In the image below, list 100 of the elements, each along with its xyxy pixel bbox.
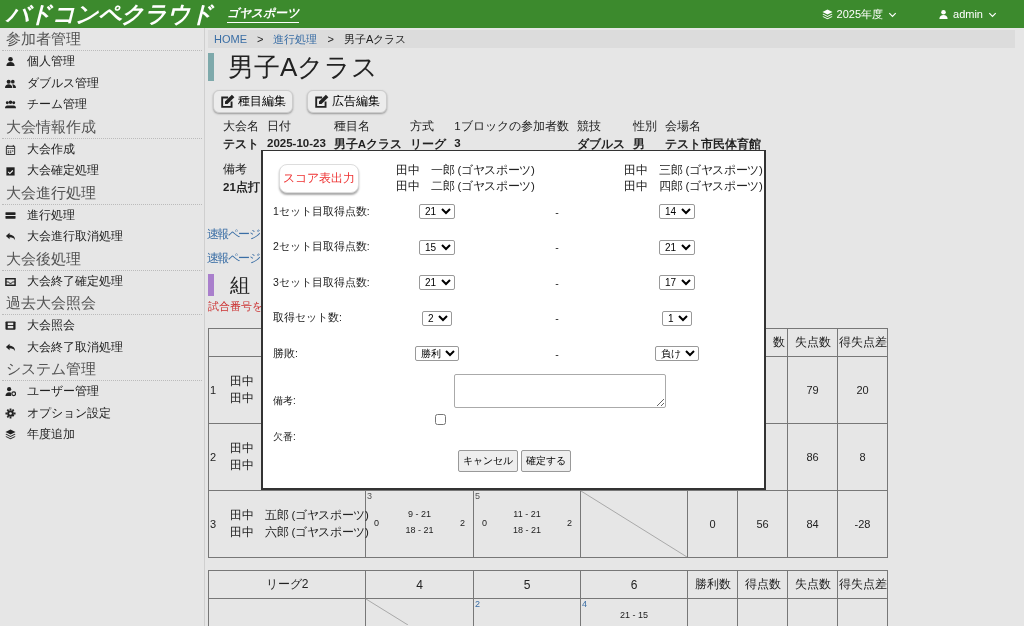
sidebar-heading: 過去大会照会 (2, 292, 202, 315)
sidebar-heading: システム管理 (2, 358, 202, 381)
stat-value: 79 (806, 384, 819, 396)
field-label: 欠番: (273, 429, 297, 444)
info-value: リーグ (410, 137, 447, 152)
entry-number: 1 (209, 384, 218, 396)
sidebar-item[interactable]: 大会進行取消処理 (0, 226, 204, 248)
score-select[interactable]: 21 (419, 275, 455, 291)
column-header: 勝利数 (694, 577, 731, 591)
breadcrumb-item[interactable]: HOME (214, 33, 247, 45)
sidebar-item[interactable]: ユーザー管理 (0, 381, 204, 403)
player-name: 田中 一郎 (ゴヤスポーツ) (396, 163, 535, 178)
field-label: 取得セット数: (273, 310, 343, 326)
stat-value: 84 (806, 518, 819, 530)
group-icon (5, 99, 16, 111)
person-icon (5, 56, 16, 68)
player-name: 田中 (230, 391, 254, 406)
stat-value: -28 (854, 518, 871, 530)
score-select[interactable]: 21 (659, 239, 695, 255)
undo-icon (5, 341, 16, 353)
user-menu[interactable]: admin (932, 7, 1004, 21)
score-select[interactable]: 2 (422, 310, 452, 326)
column-header: 得失点差 (838, 335, 887, 349)
title-accent-bar (208, 53, 214, 81)
score-select[interactable]: 1 (662, 310, 692, 326)
sidebar-item[interactable]: オプション設定 (0, 402, 204, 424)
edit-button[interactable]: 広告編集 (307, 90, 387, 113)
player-name: 田中 (230, 458, 254, 473)
film-icon (5, 320, 16, 332)
separator-dash: - (555, 205, 559, 218)
sidebar-item[interactable]: チーム管理 (0, 94, 204, 116)
sidebar-heading: 大会進行処理 (2, 181, 202, 205)
gear-icon (5, 407, 16, 419)
info-label: 競技 (576, 119, 602, 134)
live-page-link[interactable]: 速報ページ (207, 226, 259, 243)
sidebar-heading: 参加者管理 (2, 28, 202, 51)
info-value: 男 (632, 137, 646, 152)
live-page-link[interactable]: 速報ページ (207, 250, 259, 267)
year-menu[interactable]: 2025年度 (815, 5, 905, 23)
score-select[interactable]: 14 (659, 204, 695, 220)
sidebar-item[interactable]: 大会作成 (0, 138, 204, 160)
export-score-button[interactable]: スコア表出力 (279, 164, 359, 193)
info-value: テスト市民体育館 (664, 137, 761, 152)
info-label: 種目名 (333, 119, 371, 134)
column-header: 得点数 (744, 577, 781, 591)
dialog-button[interactable]: 確定する (521, 449, 571, 472)
stat-value: 20 (856, 384, 869, 396)
player-name: 田中 二郎 (ゴヤスポーツ) (396, 179, 535, 194)
hint-text: 試合番号を (208, 299, 264, 314)
person-icon (938, 8, 950, 20)
sponsor-logo: ゴヤスポーツ (227, 5, 299, 23)
score-select[interactable]: 勝利 (415, 346, 459, 362)
separator-dash: - (555, 347, 559, 360)
sidebar-item[interactable]: 年度追加 (0, 424, 204, 446)
breadcrumb-item: 男子Aクラス (343, 31, 407, 47)
match-number[interactable]: 5 (474, 491, 580, 501)
column-header: リーグ2 (265, 577, 309, 591)
score-select[interactable]: 負け (655, 346, 699, 362)
info-label: 大会名 (223, 119, 259, 134)
stat-value: 56 (756, 518, 769, 530)
edit-button[interactable]: 種目編集 (213, 90, 293, 113)
stat-value: 0 (709, 518, 716, 530)
stat-value: 8 (859, 451, 866, 463)
section-title: 組 (230, 272, 250, 298)
match-number[interactable]: 3 (366, 491, 473, 501)
player-name: 田中 (230, 374, 254, 389)
calendar-check-icon (5, 165, 16, 177)
app-logo[interactable]: バドコンペクラウド (6, 0, 213, 30)
sets-won: 0 (374, 518, 379, 528)
match-number[interactable]: 4 (581, 599, 687, 609)
player-name: 田中 (230, 441, 254, 456)
score-select[interactable]: 21 (419, 204, 455, 220)
player-name: 田中 四郎 (ゴヤスポーツ) (624, 179, 763, 194)
info-value: 3 (454, 137, 462, 149)
score-select[interactable]: 17 (659, 275, 695, 291)
note-label: 備考 (223, 162, 247, 177)
remarks-field[interactable] (454, 373, 666, 408)
breadcrumb-item[interactable]: 進行処理 (273, 31, 318, 47)
info-value: テスト (223, 137, 259, 152)
page-title: 男子Aクラス (228, 50, 379, 84)
separator-dash: - (555, 312, 559, 325)
player-name: 田中 六郎 (ゴヤスポーツ) (230, 525, 369, 540)
column-header: 5 (523, 577, 531, 592)
note-value: 21点打 (223, 180, 260, 195)
column-header: 6 (630, 577, 638, 592)
dialog-button[interactable]: キャンセル (458, 449, 518, 472)
sidebar-item[interactable]: 個人管理 (0, 51, 204, 73)
sidebar-item[interactable]: 進行処理 (0, 204, 204, 226)
player-name: 田中 三郎 (ゴヤスポーツ) (624, 163, 763, 178)
score-select[interactable]: 15 (419, 239, 455, 255)
field-label: 2セット目取得点数: (273, 239, 371, 255)
sidebar-item[interactable]: ダブルス管理 (0, 72, 204, 94)
column-header: 失点数 (794, 335, 831, 349)
info-label: 性別 (632, 119, 657, 134)
absent-checkbox[interactable] (435, 413, 446, 425)
sidebar-item[interactable]: 大会照会 (0, 315, 204, 337)
sidebar-item[interactable]: 大会終了取消処理 (0, 336, 204, 358)
sidebar-item[interactable]: 大会終了確定処理 (0, 270, 204, 292)
separator-dash: - (555, 276, 559, 289)
sidebar-item[interactable]: 大会確定処理 (0, 160, 204, 182)
